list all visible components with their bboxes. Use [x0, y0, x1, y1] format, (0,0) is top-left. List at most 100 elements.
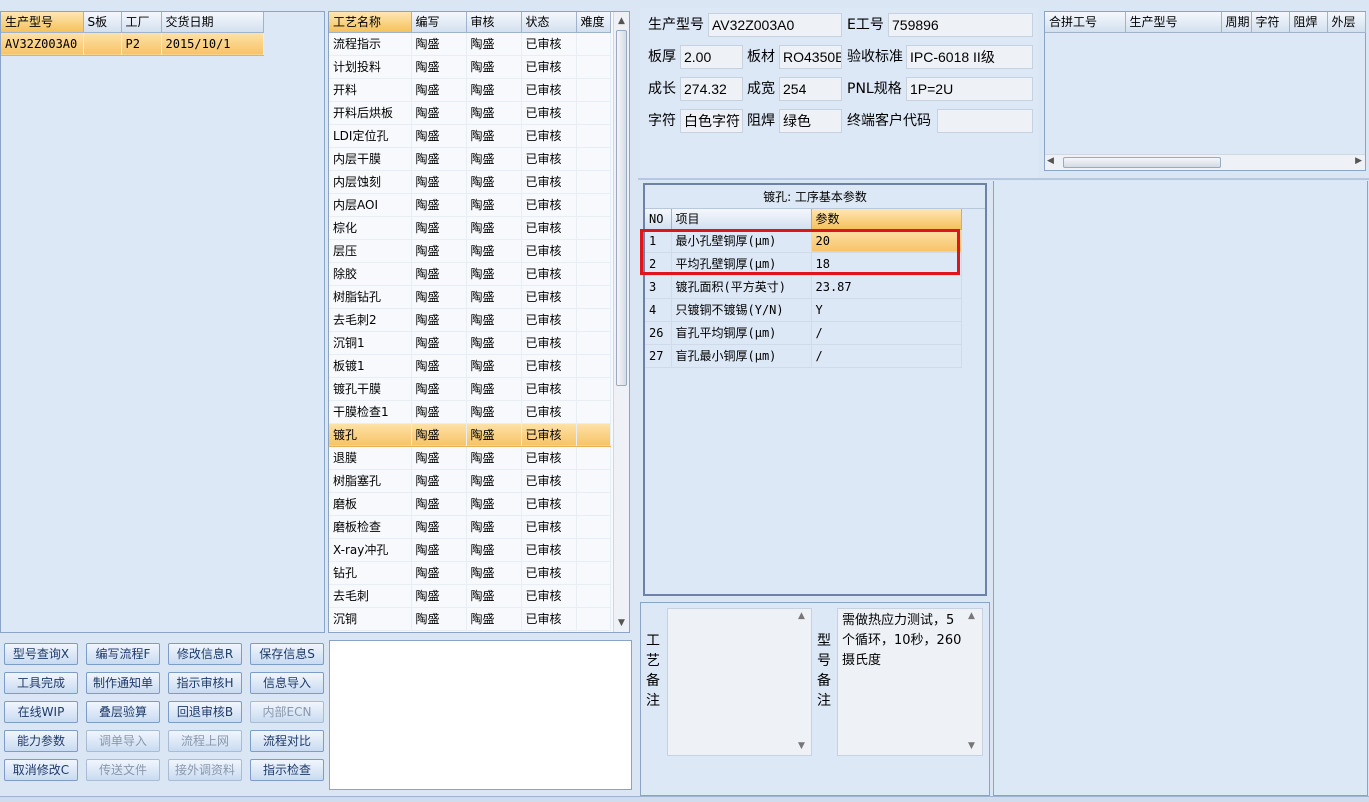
receive-external-button[interactable]: 接外调资料: [168, 759, 242, 781]
scroll-up-arrow[interactable]: ▲: [798, 611, 805, 621]
param-row[interactable]: 3 镀孔面积(平方英寸) 23.87: [645, 275, 962, 299]
internal-ecn-button[interactable]: 内部ECN: [250, 701, 324, 723]
process-row[interactable]: 镀孔干膜 陶盛 陶盛 已审核: [329, 377, 611, 401]
width-field[interactable]: 254: [779, 77, 842, 101]
process-row[interactable]: 内层蚀刻 陶盛 陶盛 已审核: [329, 170, 611, 194]
process-row[interactable]: 沉铜1 陶盛 陶盛 已审核: [329, 331, 611, 355]
process-row[interactable]: 板镀1 陶盛 陶盛 已审核: [329, 354, 611, 378]
save-info-button[interactable]: 保存信息S: [250, 643, 324, 665]
process-row[interactable]: 内层AOI 陶盛 陶盛 已审核: [329, 193, 611, 217]
param-row[interactable]: 27 盲孔最小铜厚(μm) /: [645, 344, 962, 368]
column-header[interactable]: S板: [83, 12, 122, 33]
process-row[interactable]: 开料后烘板 陶盛 陶盛 已审核: [329, 101, 611, 125]
process-row[interactable]: 沉铜 陶盛 陶盛 已审核: [329, 607, 611, 631]
process-row[interactable]: 计划投料 陶盛 陶盛 已审核: [329, 55, 611, 79]
customer-code-field[interactable]: [937, 109, 1033, 133]
process-row[interactable]: 干膜检查1 陶盛 陶盛 已审核: [329, 400, 611, 424]
capability-params-button[interactable]: 能力参数: [4, 730, 78, 752]
process-row[interactable]: 除胶 陶盛 陶盛 已审核: [329, 262, 611, 286]
model-remark-scroll[interactable]: ▲ ▼: [968, 609, 981, 755]
process-row[interactable]: 开料 陶盛 陶盛 已审核: [329, 78, 611, 102]
process-list-scroll-thumb[interactable]: [616, 30, 627, 386]
column-header[interactable]: 字符: [1251, 12, 1290, 33]
memo-box[interactable]: [329, 640, 632, 790]
column-header[interactable]: 项目: [671, 209, 812, 230]
param-row[interactable]: 2 平均孔壁铜厚(μm) 18: [645, 252, 962, 276]
column-header[interactable]: 工厂: [121, 12, 162, 33]
process-row[interactable]: 磨板检查 陶盛 陶盛 已审核: [329, 515, 611, 539]
scroll-down-arrow[interactable]: ▼: [798, 741, 805, 751]
length-field[interactable]: 274.32: [680, 77, 743, 101]
column-header[interactable]: 难度: [576, 12, 611, 33]
mask-field[interactable]: 绿色: [779, 109, 842, 133]
send-file-button[interactable]: 传送文件: [86, 759, 160, 781]
flow-compare-button[interactable]: 流程对比: [250, 730, 324, 752]
stackup-check-button[interactable]: 叠层验算: [86, 701, 160, 723]
flow-online-button[interactable]: 流程上网: [168, 730, 242, 752]
cancel-modify-button[interactable]: 取消修改C: [4, 759, 78, 781]
online-wip-button[interactable]: 在线WIP: [4, 701, 78, 723]
param-row[interactable]: 4 只镀铜不镀锡(Y/N) Y: [645, 298, 962, 322]
material-field[interactable]: RO4350B: [779, 45, 842, 69]
make-notice-button[interactable]: 制作通知单: [86, 672, 160, 694]
column-header[interactable]: 外层: [1327, 12, 1366, 33]
process-remark-textarea[interactable]: [667, 608, 812, 756]
column-header[interactable]: 阻焊: [1289, 12, 1328, 33]
model-query-button[interactable]: 型号查询X: [4, 643, 78, 665]
combine-hscrollbar[interactable]: ◀ ▶: [1045, 154, 1365, 170]
scroll-left-arrow[interactable]: ◀: [1047, 156, 1054, 166]
pnl-field[interactable]: 1P=2U: [906, 77, 1033, 101]
column-header[interactable]: 生产型号: [1, 12, 84, 33]
write-flow-button[interactable]: 编写流程F: [86, 643, 160, 665]
column-header[interactable]: 生产型号: [1125, 12, 1222, 33]
process-row[interactable]: 流程指示 陶盛 陶盛 已审核: [329, 32, 611, 56]
model-field[interactable]: AV32Z003A0: [708, 13, 842, 37]
info-import-button[interactable]: 信息导入: [250, 672, 324, 694]
column-header[interactable]: 编写: [411, 12, 467, 33]
tool-complete-button[interactable]: 工具完成: [4, 672, 78, 694]
standard-field[interactable]: IPC-6018 II级: [906, 45, 1033, 69]
process-list-scrollbar[interactable]: ▲ ▼: [613, 12, 629, 632]
process-row[interactable]: 树脂塞孔 陶盛 陶盛 已审核: [329, 469, 611, 493]
combine-scroll-thumb[interactable]: [1063, 157, 1221, 168]
process-row[interactable]: X-ray冲孔 陶盛 陶盛 已审核: [329, 538, 611, 562]
column-header[interactable]: 参数: [811, 209, 962, 230]
thickness-field[interactable]: 2.00: [680, 45, 743, 69]
column-header[interactable]: 交货日期: [161, 12, 264, 33]
process-cell: 陶盛: [411, 492, 467, 516]
scroll-up-arrow[interactable]: ▲: [614, 14, 629, 28]
instruction-check-button[interactable]: 指示检查: [250, 759, 324, 781]
scroll-down-arrow[interactable]: ▼: [614, 616, 629, 630]
process-row[interactable]: LDI定位孔 陶盛 陶盛 已审核: [329, 124, 611, 148]
scroll-up-arrow[interactable]: ▲: [968, 611, 975, 621]
process-row[interactable]: 去毛刺 陶盛 陶盛 已审核: [329, 584, 611, 608]
scroll-right-arrow[interactable]: ▶: [1355, 156, 1362, 166]
column-header[interactable]: 周期: [1221, 12, 1252, 33]
param-row[interactable]: 1 最小孔壁铜厚(μm) 20: [645, 229, 962, 253]
column-header[interactable]: 工艺名称: [329, 12, 412, 33]
column-header[interactable]: 审核: [466, 12, 522, 33]
process-row[interactable]: 钻孔 陶盛 陶盛 已审核: [329, 561, 611, 585]
legend-field[interactable]: 白色字符: [680, 109, 743, 133]
revert-review-button[interactable]: 回退审核B: [168, 701, 242, 723]
param-row[interactable]: 26 盲孔平均铜厚(μm) /: [645, 321, 962, 345]
order-row[interactable]: AV32Z003A0 P2 2015/10/1: [1, 32, 264, 56]
process-row[interactable]: 退膜 陶盛 陶盛 已审核: [329, 446, 611, 470]
model-remark-textarea[interactable]: 需做热应力测试，5个循环，10秒，260摄氏度: [837, 608, 983, 756]
instruction-review-button[interactable]: 指示审核H: [168, 672, 242, 694]
process-row[interactable]: 层压 陶盛 陶盛 已审核: [329, 239, 611, 263]
process-row[interactable]: 磨板 陶盛 陶盛 已审核: [329, 492, 611, 516]
process-row[interactable]: 去毛刺2 陶盛 陶盛 已审核: [329, 308, 611, 332]
eno-field[interactable]: 759896: [888, 13, 1033, 37]
modify-info-button[interactable]: 修改信息R: [168, 643, 242, 665]
process-row[interactable]: 镀孔 陶盛 陶盛 已审核: [329, 423, 611, 447]
column-header[interactable]: NO: [645, 209, 672, 230]
process-remark-scroll[interactable]: ▲ ▼: [798, 609, 811, 755]
process-row[interactable]: 棕化 陶盛 陶盛 已审核: [329, 216, 611, 240]
scroll-down-arrow[interactable]: ▼: [968, 741, 975, 751]
process-row[interactable]: 树脂钻孔 陶盛 陶盛 已审核: [329, 285, 611, 309]
column-header[interactable]: 状态: [521, 12, 577, 33]
order-import-button[interactable]: 调单导入: [86, 730, 160, 752]
column-header[interactable]: 合拼工号: [1045, 12, 1126, 33]
process-row[interactable]: 内层干膜 陶盛 陶盛 已审核: [329, 147, 611, 171]
